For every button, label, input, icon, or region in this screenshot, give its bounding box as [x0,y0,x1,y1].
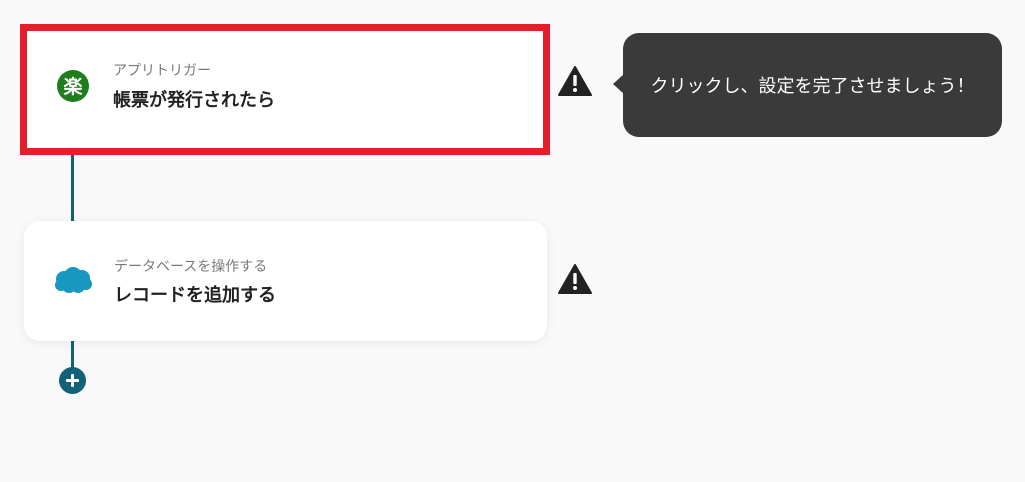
step-title: 帳票が発行されたら [113,90,275,111]
salesforce-cloud-icon [53,266,93,296]
warning-icon[interactable] [558,66,592,96]
flow-connector [71,150,74,224]
step-subtitle: データベースを操作する [114,259,268,275]
action-step-card[interactable]: データベースを操作する レコードを追加する [24,221,547,341]
setup-hint-tooltip: クリックし、設定を完了させましょう！ [623,33,1002,137]
step-subtitle: アプリトリガー [113,63,211,79]
trigger-step-card[interactable]: 楽 アプリトリガー 帳票が発行されたら [20,24,550,155]
step-title: レコードを追加する [114,285,276,306]
warning-icon[interactable] [558,264,592,294]
tooltip-text: クリックし、設定を完了させましょう！ [650,76,975,97]
flow-connector [71,338,74,370]
rakuten-app-icon: 楽 [56,69,90,103]
plus-icon [66,374,79,387]
svg-text:楽: 楽 [63,75,83,98]
add-step-button[interactable] [59,367,86,394]
flow-canvas: 楽 アプリトリガー 帳票が発行されたら クリックし、設定を完了させましょう！ デ… [0,0,1025,482]
